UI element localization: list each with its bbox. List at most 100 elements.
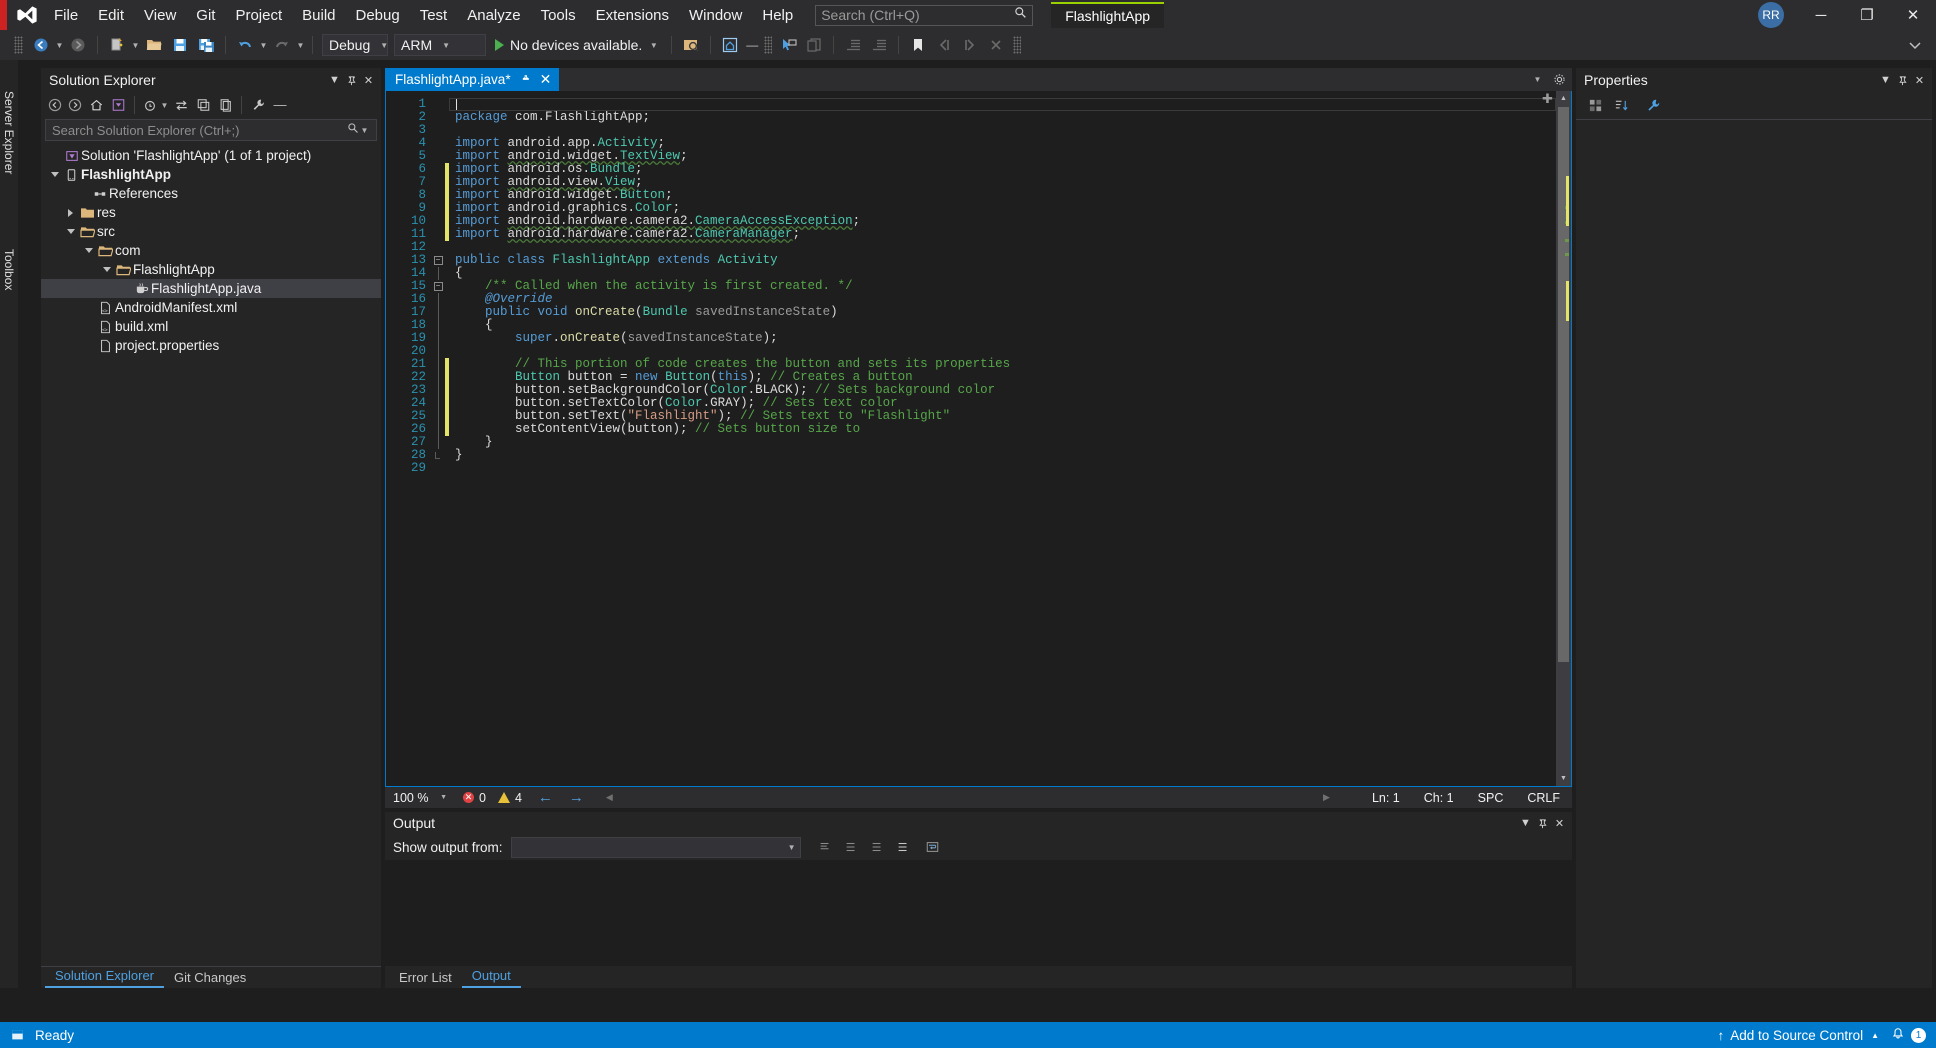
toggle-word-wrap-icon[interactable] bbox=[923, 837, 943, 857]
code-text[interactable]: package com.FlashlightApp; import androi… bbox=[449, 91, 1556, 786]
clear-all-icon[interactable] bbox=[893, 837, 913, 857]
twisty-expanded[interactable] bbox=[81, 248, 96, 253]
add-to-source-control[interactable]: ↑ Add to Source Control ▲ bbox=[1718, 1028, 1880, 1043]
notifications[interactable]: 1 bbox=[1891, 1027, 1926, 1044]
collapse-icon[interactable]: — bbox=[744, 33, 760, 57]
pointer-select-icon[interactable] bbox=[776, 33, 800, 57]
line-ending-status[interactable]: CRLF bbox=[1527, 791, 1560, 805]
close-icon[interactable]: ✕ bbox=[360, 71, 377, 89]
code-line[interactable]: } bbox=[449, 436, 1556, 449]
redo-icon[interactable] bbox=[270, 33, 294, 57]
menu-window[interactable]: Window bbox=[679, 0, 752, 30]
toolbar-grip[interactable] bbox=[14, 36, 23, 54]
save-all-icon[interactable] bbox=[194, 33, 218, 57]
navigate-forward-icon[interactable] bbox=[66, 33, 90, 57]
code-folding-gutter[interactable]: −− bbox=[431, 91, 445, 786]
solution-platform-combo[interactable]: ARM ▼ bbox=[394, 34, 486, 56]
code-line[interactable]: super.onCreate(savedInstanceState); bbox=[449, 332, 1556, 345]
new-project-icon[interactable] bbox=[105, 33, 129, 57]
forward-icon[interactable] bbox=[65, 95, 85, 115]
alphabetical-sort-icon[interactable] bbox=[1610, 95, 1632, 117]
new-project-dropdown-icon[interactable]: ▼ bbox=[130, 41, 141, 50]
tree-item-com[interactable]: com bbox=[41, 241, 381, 260]
active-solution-chip[interactable]: FlashlightApp bbox=[1051, 2, 1164, 28]
output-source-combo[interactable]: ▼ bbox=[511, 837, 801, 858]
start-debug-dropdown-icon[interactable]: ▼ bbox=[648, 41, 659, 50]
sidebar-tab-toolbox[interactable]: Toolbox bbox=[0, 230, 18, 310]
close-icon[interactable]: ✕ bbox=[1911, 71, 1928, 89]
minimize-button[interactable]: ─ bbox=[1798, 0, 1844, 30]
document-tab-flashlightapp-java[interactable]: FlashlightApp.java* ✕ bbox=[385, 68, 559, 91]
undo-icon[interactable] bbox=[233, 33, 257, 57]
panel-menu-icon[interactable]: ▼ bbox=[326, 71, 343, 89]
active-files-dropdown-icon[interactable]: ▼ bbox=[1532, 75, 1543, 84]
fold-toggle-icon[interactable]: − bbox=[431, 254, 445, 267]
toggle-bookmark-icon[interactable] bbox=[906, 33, 930, 57]
properties-grid[interactable] bbox=[1576, 120, 1932, 988]
tree-item-solution[interactable]: Solution 'FlashlightApp' (1 of 1 project… bbox=[41, 146, 381, 165]
pending-changes-icon[interactable] bbox=[140, 95, 159, 115]
twisty-expanded[interactable] bbox=[99, 267, 114, 272]
solution-settings-gear-icon[interactable] bbox=[1551, 71, 1568, 89]
solution-explorer-search-input[interactable]: Search Solution Explorer (Ctrl+;) ▼ bbox=[45, 119, 377, 141]
start-debug-button[interactable]: No devices available. ▼ bbox=[489, 33, 665, 57]
editor-vertical-scrollbar[interactable]: ▲ ▼ bbox=[1556, 91, 1571, 786]
twisty-expanded[interactable] bbox=[47, 172, 62, 177]
zoom-level-combo[interactable]: 100 % ▼ bbox=[389, 789, 451, 807]
tab-output[interactable]: Output bbox=[462, 966, 521, 988]
panel-menu-icon[interactable]: ▼ bbox=[1517, 814, 1534, 832]
increase-indent-icon[interactable] bbox=[841, 33, 865, 57]
editor-text-surface[interactable]: 1234567891011121314151617181920212223242… bbox=[385, 91, 1572, 787]
tree-item-src[interactable]: src bbox=[41, 222, 381, 241]
close-icon[interactable]: ✕ bbox=[540, 71, 552, 88]
properties-wrench-icon[interactable] bbox=[1642, 95, 1664, 117]
pin-icon[interactable] bbox=[1894, 71, 1911, 89]
status-overflow-icon[interactable]: ◀ bbox=[606, 792, 613, 803]
code-line[interactable]: setContentView(button); // Sets button s… bbox=[449, 423, 1556, 436]
code-line[interactable]: /** Called when the activity is first cr… bbox=[449, 280, 1556, 293]
clear-bookmarks-icon[interactable] bbox=[984, 33, 1008, 57]
pin-icon[interactable] bbox=[1534, 814, 1551, 832]
panel-drag-dots[interactable] bbox=[443, 823, 1509, 824]
open-file-icon[interactable] bbox=[142, 33, 166, 57]
menu-file[interactable]: File bbox=[44, 0, 88, 30]
solution-configuration-combo[interactable]: Debug ▼ bbox=[322, 34, 388, 56]
pin-icon[interactable] bbox=[521, 73, 532, 87]
global-search-input[interactable]: Search (Ctrl+Q) bbox=[815, 5, 1033, 26]
previous-bookmark-icon[interactable] bbox=[932, 33, 956, 57]
tab-error-list[interactable]: Error List bbox=[389, 968, 462, 988]
panel-menu-icon[interactable]: ▼ bbox=[1877, 71, 1894, 89]
tree-item-package-folder[interactable]: FlashlightApp bbox=[41, 260, 381, 279]
find-message-icon[interactable] bbox=[815, 837, 835, 857]
back-icon[interactable] bbox=[45, 95, 65, 115]
next-issue-icon[interactable]: → bbox=[569, 789, 584, 806]
twisty-expanded[interactable] bbox=[63, 229, 78, 234]
categorized-view-icon[interactable] bbox=[1584, 95, 1606, 117]
tree-item-android-manifest[interactable]: <> AndroidManifest.xml bbox=[41, 298, 381, 317]
menu-analyze[interactable]: Analyze bbox=[457, 0, 530, 30]
menu-build[interactable]: Build bbox=[292, 0, 345, 30]
toolbar-grip[interactable] bbox=[764, 36, 772, 54]
scroll-up-icon[interactable]: ▲ bbox=[1556, 91, 1571, 106]
sidebar-tab-server-explorer[interactable]: Server Explorer bbox=[0, 70, 18, 190]
go-to-next-message-icon[interactable] bbox=[867, 837, 887, 857]
code-line[interactable] bbox=[449, 462, 1556, 475]
menu-tools[interactable]: Tools bbox=[531, 0, 586, 30]
code-line[interactable]: } bbox=[449, 449, 1556, 462]
code-line[interactable]: public class FlashlightApp extends Activ… bbox=[449, 254, 1556, 267]
maximize-button[interactable]: ❐ bbox=[1844, 0, 1890, 30]
next-bookmark-icon[interactable] bbox=[958, 33, 982, 57]
menu-edit[interactable]: Edit bbox=[88, 0, 134, 30]
split-view-icon[interactable]: ✚ bbox=[1541, 93, 1554, 106]
solution-tree[interactable]: Solution 'FlashlightApp' (1 of 1 project… bbox=[41, 144, 381, 966]
tree-item-res[interactable]: res bbox=[41, 203, 381, 222]
code-line[interactable]: public void onCreate(Bundle savedInstanc… bbox=[449, 306, 1556, 319]
tree-item-project[interactable]: FlashlightApp bbox=[41, 165, 381, 184]
save-file-icon[interactable] bbox=[168, 33, 192, 57]
home-icon[interactable] bbox=[85, 95, 107, 115]
menu-project[interactable]: Project bbox=[225, 0, 292, 30]
decrease-indent-icon[interactable] bbox=[867, 33, 891, 57]
menu-extensions[interactable]: Extensions bbox=[586, 0, 679, 30]
scroll-down-icon[interactable]: ▼ bbox=[1556, 771, 1571, 786]
code-line[interactable]: import android.hardware.camera2.CameraMa… bbox=[449, 228, 1556, 241]
